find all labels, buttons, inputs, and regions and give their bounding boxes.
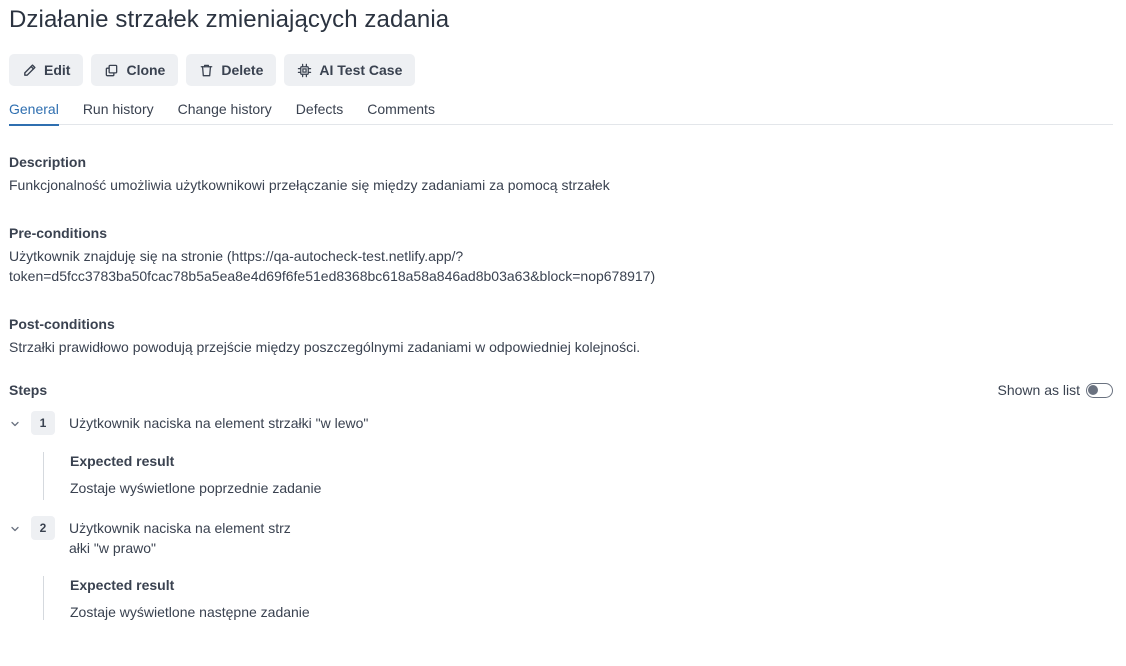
expected-result-text: Zostaje wyświetlone następne zadanie [70,604,310,620]
clone-button[interactable]: Clone [91,54,179,86]
test-case-page: Działanie strzałek zmieniających zadania… [0,0,1126,666]
tab-bar: General Run history Change history Defec… [9,96,1113,126]
page-title: Działanie strzałek zmieniających zadania [9,6,450,33]
step-number: 1 [31,411,55,435]
shown-as-list-toggle[interactable] [1086,382,1113,398]
expected-result-text: Zostaje wyświetlone poprzednie zadanie [70,480,322,496]
trash-icon [199,63,214,78]
ai-test-case-button-label: AI Test Case [319,62,403,78]
preconditions-label: Pre-conditions [9,225,108,241]
postconditions-label: Post-conditions [9,316,115,332]
clone-button-label: Clone [126,62,166,78]
step-action-line-1: Użytkownik naciska na element strz [69,520,291,536]
shown-as-list-label: Shown as list [997,382,1080,398]
step-1: 1 Użytkownik naciska na element strzałki… [9,411,1113,501]
tab-change-history[interactable]: Change history [178,96,272,125]
tab-run-history[interactable]: Run history [83,96,154,125]
tab-general[interactable]: General [9,96,59,126]
steps-label: Steps [9,382,48,398]
description-text: Funkcjonalność umożliwia użytkownikowi p… [9,177,610,193]
edit-button[interactable]: Edit [9,54,84,86]
description-label: Description [9,154,87,170]
tab-defects[interactable]: Defects [296,96,343,125]
expected-result-label: Expected result [70,453,175,469]
step-number: 2 [31,516,55,540]
description-section: Description Funkcjonalność umożliwia uży… [9,153,1113,195]
tab-comments[interactable]: Comments [367,96,435,125]
ai-test-case-button[interactable]: AI Test Case [284,54,416,86]
expected-result-label: Expected result [70,577,175,593]
step-action: Użytkownik naciska na element strzałki "… [69,415,369,431]
copy-icon [104,63,119,78]
step-action-line-2: ałki "w prawo" [69,540,156,556]
pencil-icon [22,63,37,78]
shown-as-list-control: Shown as list [998,381,1113,399]
expected-result-block: Expected result Zostaje wyświetlone popr… [43,452,321,500]
postconditions-text: Strzałki prawidłowo powodują przejście m… [9,339,641,355]
expected-result-block: Expected result Zostaje wyświetlone nast… [43,576,310,620]
preconditions-text-line-1: Użytkownik znajduję się na stronie (http… [9,248,464,264]
delete-button[interactable]: Delete [186,54,277,86]
chip-icon [297,63,312,78]
edit-button-label: Edit [44,62,71,78]
delete-button-label: Delete [221,62,264,78]
chevron-down-icon[interactable] [9,522,21,534]
toggle-knob [1088,384,1098,395]
preconditions-text-line-2: token=d5fcc3783ba50fcac78b5a5ea8e4d69f6f… [9,268,656,284]
preconditions-section: Pre-conditions Użytkownik znajduję się n… [9,224,1113,286]
chevron-down-icon[interactable] [9,417,21,429]
step-2: 2 Użytkownik naciska na element strz ałk… [9,516,1113,622]
postconditions-section: Post-conditions Strzałki prawidłowo powo… [9,315,1113,357]
toolbar: Edit Clone Delete AI Test Case [9,54,416,86]
steps-header: Steps Shown as list [9,381,1113,399]
